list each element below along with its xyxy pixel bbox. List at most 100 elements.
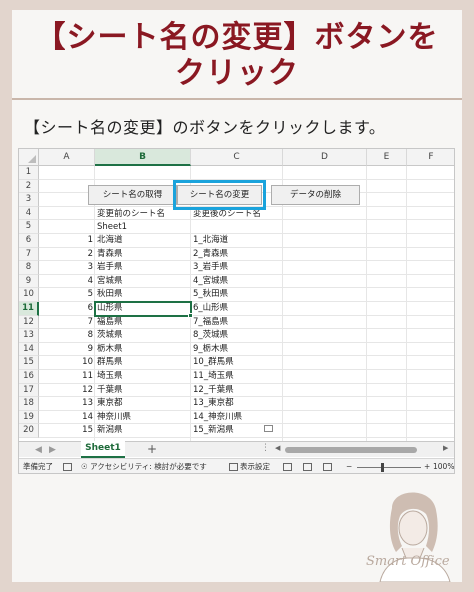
cell-row-number[interactable]: 3 (41, 261, 93, 275)
row-header-16[interactable]: 16 (19, 370, 39, 384)
delete-data-button[interactable]: データの削除 (271, 185, 360, 205)
fill-handle[interactable] (188, 312, 193, 318)
column-header-c[interactable]: C (191, 149, 283, 166)
page-title-line2: クリック (175, 56, 299, 91)
cell-before-name[interactable]: 青森県 (97, 248, 189, 262)
cell-after-name[interactable]: 9_栃木県 (193, 343, 281, 357)
cell-before-name[interactable]: 新潟県 (97, 424, 189, 438)
zoom-slider-knob[interactable] (381, 463, 384, 472)
row-header-7[interactable]: 7 (19, 247, 39, 262)
cell-row-number[interactable]: 1 (41, 234, 93, 248)
row-header-3[interactable]: 3 (19, 193, 39, 207)
brand-logo: Smart Office (366, 554, 450, 569)
title-divider (12, 98, 462, 100)
scroll-right-icon[interactable]: ▶ (443, 444, 448, 452)
cell-before-name[interactable]: 宮城県 (97, 275, 189, 289)
row-header-20[interactable]: 20 (19, 424, 39, 438)
row-header-14[interactable]: 14 (19, 342, 39, 357)
cell-before-name[interactable]: 北海道 (97, 234, 189, 248)
cell-row-number[interactable]: 7 (41, 316, 93, 330)
cell-row-number[interactable]: 8 (41, 329, 93, 343)
cell-after-name[interactable]: 10_群馬県 (193, 356, 281, 370)
column-header-f[interactable]: F (407, 149, 454, 166)
row-header-6[interactable]: 6 (19, 234, 39, 248)
prev-sheet-icon[interactable]: ◀ (35, 443, 42, 457)
cell-row-number[interactable]: 13 (41, 397, 93, 411)
cell-row-number[interactable]: 15 (41, 424, 93, 438)
cell-row-number[interactable]: 11 (41, 370, 93, 384)
column-header-e[interactable]: E (367, 149, 407, 166)
column-header-a[interactable]: A (39, 149, 95, 166)
cell-before-name[interactable]: 岩手県 (97, 261, 189, 275)
row-header-10[interactable]: 10 (19, 288, 39, 302)
cell-after-name[interactable]: 5_秋田県 (193, 288, 281, 302)
cell-before-name[interactable]: 埼玉県 (97, 370, 189, 384)
cell-row-number[interactable]: 9 (41, 343, 93, 357)
cell-row-number[interactable]: 4 (41, 275, 93, 289)
cell-after-name[interactable]: 4_宮城県 (193, 275, 281, 289)
row-header-1[interactable]: 1 (19, 166, 39, 180)
cell-before-name[interactable]: 秋田県 (97, 288, 189, 302)
scroll-left-icon[interactable]: ◀ (275, 444, 280, 452)
row-header-18[interactable]: 18 (19, 397, 39, 411)
display-settings-icon[interactable] (229, 463, 238, 471)
column-header-b[interactable]: B (95, 149, 191, 166)
cell-row-number[interactable]: 10 (41, 356, 93, 370)
cell-before-name[interactable]: 東京都 (97, 397, 189, 411)
cell-before-name[interactable]: 栃木県 (97, 343, 189, 357)
horizontal-scrollbar-thumb[interactable] (285, 447, 417, 453)
cell-after-name[interactable]: 2_青森県 (193, 248, 281, 262)
zoom-level[interactable]: 100% (433, 459, 454, 473)
normal-view-icon[interactable] (283, 463, 292, 471)
cell-row-number[interactable]: 2 (41, 248, 93, 262)
accessibility-status[interactable]: ☉ アクセシビリティ: 検討が必要です (81, 459, 207, 473)
macro-record-icon[interactable] (63, 463, 72, 471)
row-header-5[interactable]: 5 (19, 220, 39, 234)
add-sheet-button[interactable]: + (147, 442, 157, 457)
row-header-9[interactable]: 9 (19, 274, 39, 289)
row-header-2[interactable]: 2 (19, 179, 39, 194)
row-header-19[interactable]: 19 (19, 410, 39, 425)
cell-after-name[interactable]: 12_千葉県 (193, 384, 281, 398)
cell-before-name[interactable]: 千葉県 (97, 384, 189, 398)
row-header-15[interactable]: 15 (19, 356, 39, 370)
change-sheet-names-button[interactable]: シート名の変更 (177, 185, 262, 205)
page-break-view-icon[interactable] (323, 463, 332, 471)
cell-after-name[interactable]: 6_山形県 (193, 302, 281, 316)
row-header-8[interactable]: 8 (19, 261, 39, 275)
select-all-corner[interactable] (19, 149, 39, 166)
sheet-tab-sheet1[interactable]: Sheet1 (81, 441, 125, 458)
display-settings-label[interactable]: 表示設定 (240, 459, 270, 473)
zoom-in-button[interactable]: + (424, 459, 430, 473)
page-layout-view-icon[interactable] (303, 463, 312, 471)
zoom-out-button[interactable]: − (346, 459, 352, 473)
cell-after-name[interactable]: 7_福島県 (193, 316, 281, 330)
cell-row-number[interactable]: 5 (41, 288, 93, 302)
row-header-13[interactable]: 13 (19, 329, 39, 343)
cell-after-name[interactable]: 13_東京都 (193, 397, 281, 411)
cell-before-name[interactable]: 福島県 (97, 316, 189, 330)
cell-after-name[interactable]: 11_埼玉県 (193, 370, 281, 384)
cell-before-name[interactable]: 群馬県 (97, 356, 189, 370)
cell-after-name[interactable]: 14_神奈川県 (193, 411, 281, 425)
more-options-icon[interactable]: ⋮ (261, 443, 270, 453)
cell-row-number[interactable]: 14 (41, 411, 93, 425)
cell-row-number[interactable]: 6 (41, 302, 93, 316)
row-header-12[interactable]: 12 (19, 315, 39, 330)
quick-analysis-icon[interactable] (264, 425, 273, 433)
cell-before-name[interactable]: 神奈川県 (97, 411, 189, 425)
cell-row-number[interactable]: 12 (41, 384, 93, 398)
row-header-4[interactable]: 4 (19, 206, 39, 221)
next-sheet-icon[interactable]: ▶ (49, 443, 56, 457)
column-header-d[interactable]: D (283, 149, 367, 166)
cell-before-name[interactable]: 茨城県 (97, 329, 189, 343)
cell-after-name[interactable]: 8_茨城県 (193, 329, 281, 343)
zoom-slider[interactable] (357, 467, 421, 468)
get-sheet-names-button[interactable]: シート名の取得 (88, 185, 177, 205)
row-header-17[interactable]: 17 (19, 383, 39, 398)
row-header-11[interactable]: 11 (19, 302, 39, 316)
active-cell-b11[interactable] (94, 301, 192, 317)
cell-after-name[interactable]: 3_岩手県 (193, 261, 281, 275)
cell-after-name[interactable]: 1_北海道 (193, 234, 281, 248)
first-sheet-name[interactable]: Sheet1 (97, 221, 193, 235)
